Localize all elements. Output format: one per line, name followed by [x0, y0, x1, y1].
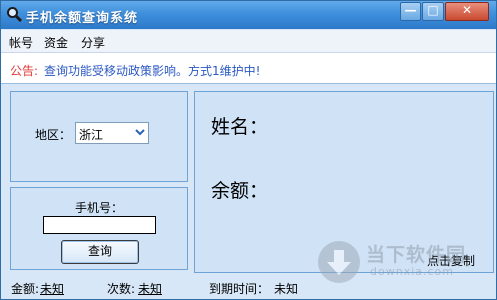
title-bar[interactable]: 手机余额查询系统 — □ ✕ — [1, 1, 496, 29]
region-select-value: 浙江 — [79, 128, 104, 142]
chevron-down-icon[interactable] — [134, 126, 146, 138]
phone-label: 手机号： — [74, 201, 123, 215]
expire-label: 到期时间： — [209, 282, 270, 296]
magnifier-app-icon — [7, 7, 22, 22]
notice-bar: 公告: 查询功能受移动政策影响。方式1维护中! — [1, 53, 496, 84]
menu-bar: 帐号 资金 分享 — [1, 30, 496, 53]
region-label: 地区： — [35, 128, 72, 142]
menu-account[interactable]: 帐号 — [9, 34, 33, 51]
menu-share[interactable]: 分享 — [81, 34, 105, 51]
region-panel: 地区： 浙江 — [10, 91, 188, 182]
count-value: 未知 — [138, 282, 163, 296]
minimize-button[interactable]: — — [400, 2, 421, 21]
name-label: 姓名： — [211, 116, 269, 138]
region-select[interactable]: 浙江 — [75, 122, 149, 144]
app-window: 手机余额查询系统 — □ ✕ 帐号 资金 分享 公告: 查询功能受移动政策影响。… — [0, 0, 497, 300]
query-button[interactable]: 查询 — [61, 240, 139, 264]
amount-value: 未知 — [40, 282, 65, 296]
notice-text: 查询功能受移动政策影响。方式1维护中! — [44, 64, 261, 78]
amount-label: 金额: — [11, 282, 40, 296]
watermark-title: 当下软件园 — [366, 244, 467, 266]
maximize-button[interactable]: □ — [422, 2, 444, 21]
status-bar: 金额: 未知 次数: 未知 到期时间： 未知 — [1, 273, 496, 299]
count-label: 次数: — [107, 282, 136, 296]
menu-funds[interactable]: 资金 — [44, 34, 68, 51]
notice-prefix: 公告: — [10, 64, 39, 78]
balance-label: 余额： — [211, 180, 269, 202]
close-button[interactable]: ✕ — [445, 2, 489, 21]
expire-value: 未知 — [274, 282, 299, 296]
window-title: 手机余额查询系统 — [26, 11, 139, 26]
phone-panel: 手机号： 查询 — [10, 187, 188, 270]
phone-input[interactable] — [43, 216, 156, 234]
